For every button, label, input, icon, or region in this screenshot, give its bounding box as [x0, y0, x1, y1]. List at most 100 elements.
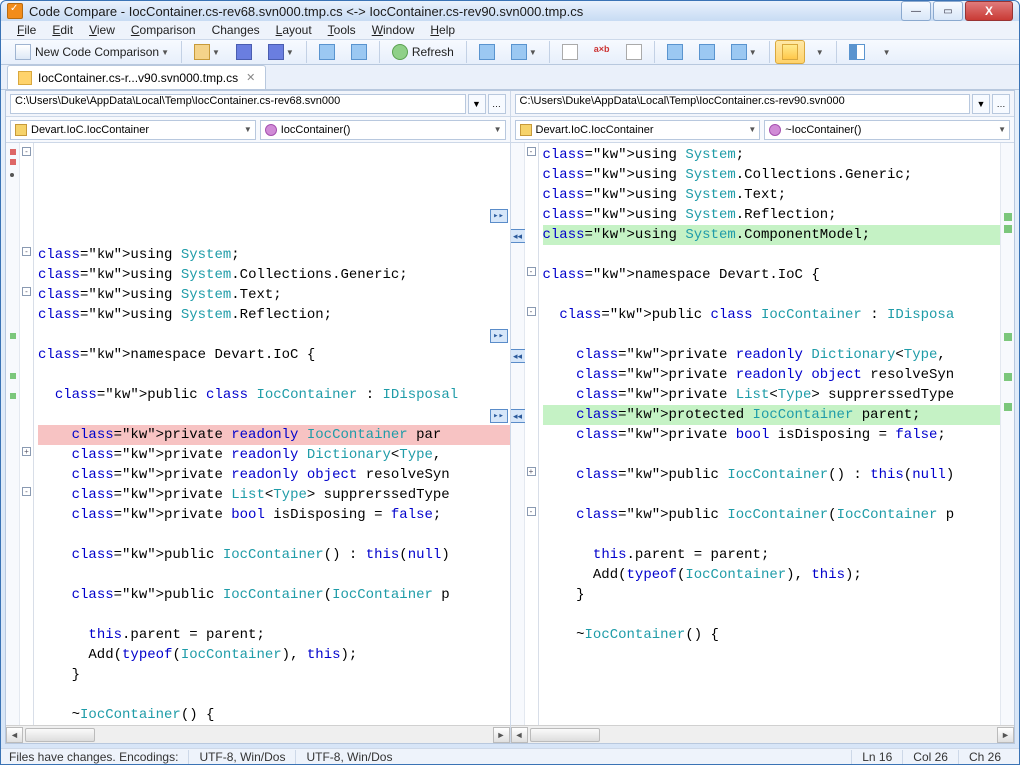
- code-line[interactable]: class="kw">private List<Type> supprersse…: [38, 485, 510, 505]
- code-line[interactable]: [543, 325, 1001, 345]
- fold-toggle[interactable]: -: [527, 147, 536, 156]
- code-line[interactable]: [543, 445, 1001, 465]
- code-line[interactable]: class="kw">private readonly Dictionary<T…: [38, 445, 510, 465]
- code-line[interactable]: [543, 525, 1001, 545]
- view-options-button[interactable]: ▼: [874, 40, 898, 64]
- code-line[interactable]: class="kw">using System;: [38, 245, 510, 265]
- nav-down-button[interactable]: [692, 40, 722, 64]
- word-diff-button[interactable]: a×b: [587, 40, 617, 64]
- code-line[interactable]: ~IocContainer() {: [543, 625, 1001, 645]
- code-line[interactable]: class="kw">public class IocContainer : I…: [543, 305, 1001, 325]
- redo-button[interactable]: [344, 40, 374, 64]
- code-line[interactable]: class="kw">private bool isDisposing = fa…: [38, 505, 510, 525]
- code-line[interactable]: class="kw">using System.Reflection;: [543, 205, 1001, 225]
- merge-right-button[interactable]: ▸▸: [490, 209, 508, 223]
- code-line[interactable]: [38, 605, 510, 625]
- right-path-dropdown[interactable]: ▼: [972, 94, 990, 114]
- code-line[interactable]: class="kw">namespace Devart.IoC {: [38, 345, 510, 365]
- menu-tools[interactable]: Tools: [320, 21, 364, 39]
- code-line[interactable]: }: [38, 665, 510, 685]
- code-line[interactable]: }: [543, 585, 1001, 605]
- code-line[interactable]: [38, 365, 510, 385]
- code-line[interactable]: ~IocContainer() {: [38, 705, 510, 725]
- code-line[interactable]: class="kw">namespace Devart.IoC {: [543, 265, 1001, 285]
- open-button[interactable]: ▼: [187, 40, 227, 64]
- code-line[interactable]: class="kw">private readonly object resol…: [543, 365, 1001, 385]
- fold-toggle[interactable]: -: [22, 487, 31, 496]
- side-by-side-button[interactable]: [775, 40, 805, 64]
- fold-toggle[interactable]: -: [527, 307, 536, 316]
- code-line[interactable]: class="kw">public IocContainer() : this(…: [38, 545, 510, 565]
- nav-options-button[interactable]: ▼: [724, 40, 764, 64]
- left-path-dropdown[interactable]: ▼: [468, 94, 486, 114]
- code-line[interactable]: [543, 245, 1001, 265]
- save-dropdown[interactable]: ▼: [261, 40, 301, 64]
- code-line[interactable]: [543, 605, 1001, 625]
- menu-layout[interactable]: Layout: [268, 21, 320, 39]
- undo-button[interactable]: [312, 40, 342, 64]
- copy-right-button[interactable]: [619, 40, 649, 64]
- code-line[interactable]: class="kw">protected IocContainer parent…: [543, 405, 1001, 425]
- minimize-button[interactable]: —: [901, 1, 931, 21]
- close-tab-button[interactable]: ✕: [246, 71, 255, 84]
- save-button[interactable]: [229, 40, 259, 64]
- menu-file[interactable]: File: [9, 21, 44, 39]
- right-code-editor[interactable]: class="kw">using System;class="kw">using…: [539, 143, 1001, 725]
- code-line[interactable]: class="kw">private readonly IocContainer…: [38, 425, 510, 445]
- copy-left-button[interactable]: [555, 40, 585, 64]
- prev-diff-button[interactable]: [472, 40, 502, 64]
- code-line[interactable]: class="kw">using System.Collections.Gene…: [38, 265, 510, 285]
- code-line[interactable]: class="kw">using System.ComponentModel;: [543, 225, 1001, 245]
- code-line[interactable]: class="kw">public class IocContainer : I…: [38, 385, 510, 405]
- document-tab[interactable]: IocContainer.cs-r...v90.svn000.tmp.cs ✕: [7, 65, 266, 89]
- code-line[interactable]: class="kw">using System.Text;: [38, 285, 510, 305]
- fold-toggle[interactable]: +: [527, 467, 536, 476]
- left-code-editor[interactable]: ▸▸ ▸▸ ▸▸ class="kw">using System;class="…: [34, 143, 510, 725]
- code-line[interactable]: [543, 485, 1001, 505]
- right-overview-ruler[interactable]: [1000, 143, 1014, 725]
- menu-edit[interactable]: Edit: [44, 21, 81, 39]
- left-horizontal-scrollbar[interactable]: ◄►: [6, 725, 510, 743]
- code-line[interactable]: class="kw">using System.Text;: [543, 185, 1001, 205]
- view-mode-button[interactable]: [842, 40, 872, 64]
- fold-toggle[interactable]: -: [527, 507, 536, 516]
- left-file-path-input[interactable]: C:\Users\Duke\AppData\Local\Temp\IocCont…: [10, 94, 466, 114]
- code-line[interactable]: class="kw">public IocContainer() : this(…: [543, 465, 1001, 485]
- code-line[interactable]: [38, 325, 510, 345]
- fold-toggle[interactable]: -: [22, 247, 31, 256]
- fold-toggle[interactable]: -: [22, 287, 31, 296]
- nav-up-button[interactable]: [660, 40, 690, 64]
- right-file-path-input[interactable]: C:\Users\Duke\AppData\Local\Temp\IocCont…: [515, 94, 971, 114]
- status-column[interactable]: Col 26: [902, 750, 958, 764]
- menu-help[interactable]: Help: [422, 21, 463, 39]
- maximize-button[interactable]: ▭: [933, 1, 963, 21]
- fold-toggle[interactable]: -: [22, 147, 31, 156]
- left-path-browse[interactable]: …: [488, 94, 506, 114]
- code-line[interactable]: class="kw">private readonly object resol…: [38, 465, 510, 485]
- menu-view[interactable]: View: [81, 21, 123, 39]
- left-member-combo[interactable]: IocContainer()▼: [260, 120, 506, 140]
- right-path-browse[interactable]: …: [992, 94, 1010, 114]
- code-line[interactable]: [543, 285, 1001, 305]
- menu-changes[interactable]: Changes: [204, 21, 268, 39]
- code-line[interactable]: class="kw">private bool isDisposing = fa…: [543, 425, 1001, 445]
- merge-right-button[interactable]: ▸▸: [490, 329, 508, 343]
- right-member-combo[interactable]: ~IocContainer()▼: [764, 120, 1010, 140]
- code-line[interactable]: this.parent = parent;: [38, 625, 510, 645]
- close-button[interactable]: X: [965, 1, 1013, 21]
- right-class-combo[interactable]: Devart.IoC.IocContainer▼: [515, 120, 761, 140]
- code-line[interactable]: Add(typeof(IocContainer), this);: [38, 645, 510, 665]
- next-diff-button[interactable]: ▼: [504, 40, 544, 64]
- code-line[interactable]: [38, 525, 510, 545]
- code-line[interactable]: this.parent = parent;: [543, 545, 1001, 565]
- code-line[interactable]: [38, 565, 510, 585]
- code-line[interactable]: class="kw">private readonly Dictionary<T…: [543, 345, 1001, 365]
- menu-window[interactable]: Window: [364, 21, 423, 39]
- code-line[interactable]: class="kw">public IocContainer(IocContai…: [38, 585, 510, 605]
- layout-options-button[interactable]: ▼: [807, 40, 831, 64]
- new-comparison-button[interactable]: New Code Comparison▼: [8, 40, 176, 64]
- code-line[interactable]: [38, 685, 510, 705]
- fold-toggle[interactable]: -: [527, 267, 536, 276]
- fold-toggle[interactable]: +: [22, 447, 31, 456]
- refresh-button[interactable]: Refresh: [385, 40, 461, 64]
